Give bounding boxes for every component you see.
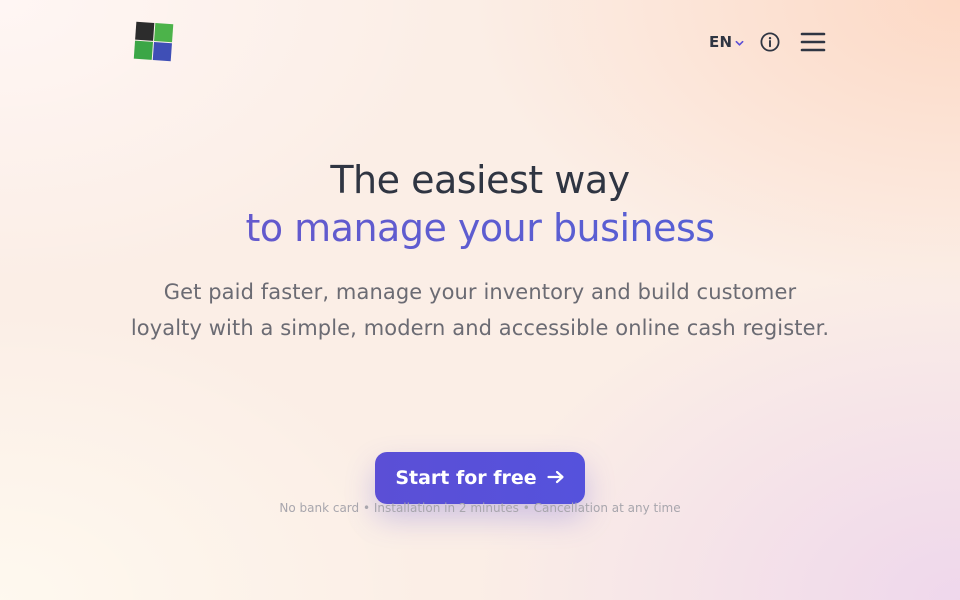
hero-title-line-1: The easiest way xyxy=(330,158,630,202)
info-button[interactable] xyxy=(759,31,781,53)
chevron-down-icon xyxy=(735,33,744,52)
logo-square-blue xyxy=(152,42,172,62)
logo-square-dark xyxy=(135,21,155,41)
language-label: EN xyxy=(709,33,733,51)
hero-title: The easiest way to manage your business xyxy=(0,156,960,252)
arrow-right-icon xyxy=(547,467,565,489)
logo-square-green-2 xyxy=(133,40,154,60)
info-circle-icon xyxy=(759,32,781,57)
hamburger-menu-icon xyxy=(799,32,827,58)
menu-button[interactable] xyxy=(799,30,827,54)
brand-logo[interactable] xyxy=(133,21,175,63)
logo-square-green xyxy=(154,23,174,43)
start-for-free-button[interactable]: Start for free xyxy=(375,452,585,504)
hero-subtitle: Get paid faster, manage your inventory a… xyxy=(130,280,830,340)
cta-label: Start for free xyxy=(395,467,537,489)
signup-benefits-note: No bank card • Installation in 2 minutes… xyxy=(279,501,681,515)
language-selector[interactable]: EN xyxy=(709,31,744,53)
hero-title-line-2: to manage your business xyxy=(0,204,960,252)
